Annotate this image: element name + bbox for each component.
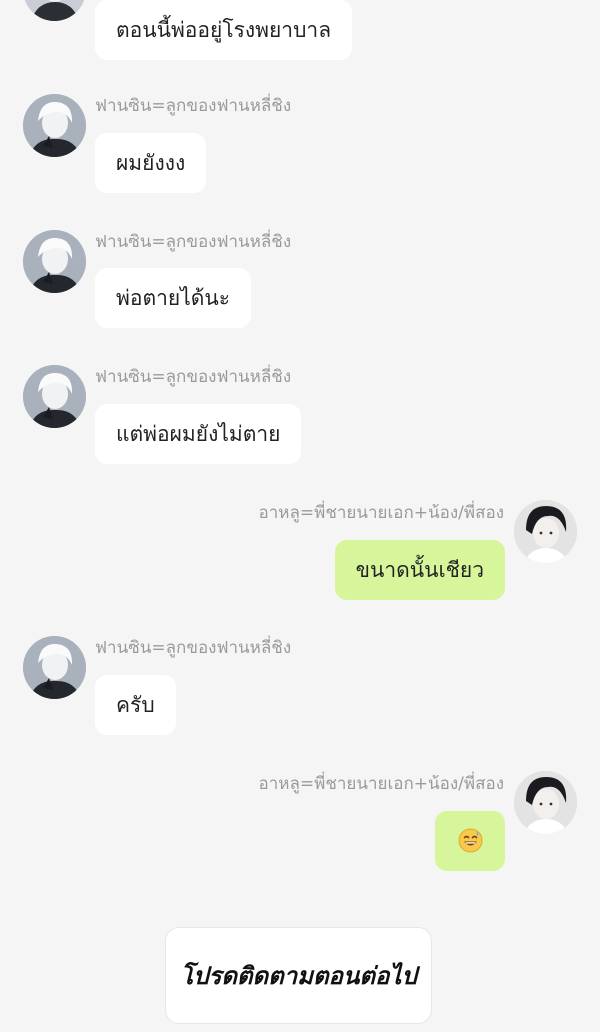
sender-name: ฟานซิน=ลูกของฟานหลี่ชิง xyxy=(95,96,292,116)
sender-name: ฟานซิน=ลูกของฟานหลี่ชิง xyxy=(95,638,292,658)
footer-text: โปรดติดตามตอนต่อไป xyxy=(180,961,417,990)
sender-name: อาหลู=พี่ชายนายเอก+น้อง/พี่สอง xyxy=(258,774,504,794)
avatar[interactable] xyxy=(514,500,577,563)
message-bubble[interactable]: แต่พ่อผมยังไม่ตาย xyxy=(95,404,302,464)
sender-name: ฟานซิน=ลูกของฟานหลี่ชิง xyxy=(95,232,292,252)
avatar[interactable] xyxy=(514,771,577,834)
message-bubble[interactable]: ครับ xyxy=(95,675,176,735)
grinning-sweat-emoji-icon xyxy=(458,828,482,853)
continue-next-episode-card[interactable]: โปรดติดตามตอนต่อไป xyxy=(165,927,432,1024)
message-bubble[interactable]: ขนาดนั้นเชียว xyxy=(334,540,505,600)
message-bubble[interactable]: ผมยังงง xyxy=(95,133,207,193)
message-bubble[interactable]: ตอนนี้พ่ออยู่โรงพยาบาล xyxy=(95,0,353,60)
avatar[interactable] xyxy=(23,0,86,21)
avatar[interactable] xyxy=(23,365,86,428)
message-bubble[interactable] xyxy=(435,811,505,871)
message-bubble[interactable]: พ่อตายได้นะ xyxy=(95,268,252,328)
avatar[interactable] xyxy=(23,94,86,157)
sender-name: อาหลู=พี่ชายนายเอก+น้อง/พี่สอง xyxy=(258,503,504,523)
avatar[interactable] xyxy=(23,230,86,293)
avatar[interactable] xyxy=(23,636,86,699)
sender-name: ฟานซิน=ลูกของฟานหลี่ชิง xyxy=(95,367,292,387)
